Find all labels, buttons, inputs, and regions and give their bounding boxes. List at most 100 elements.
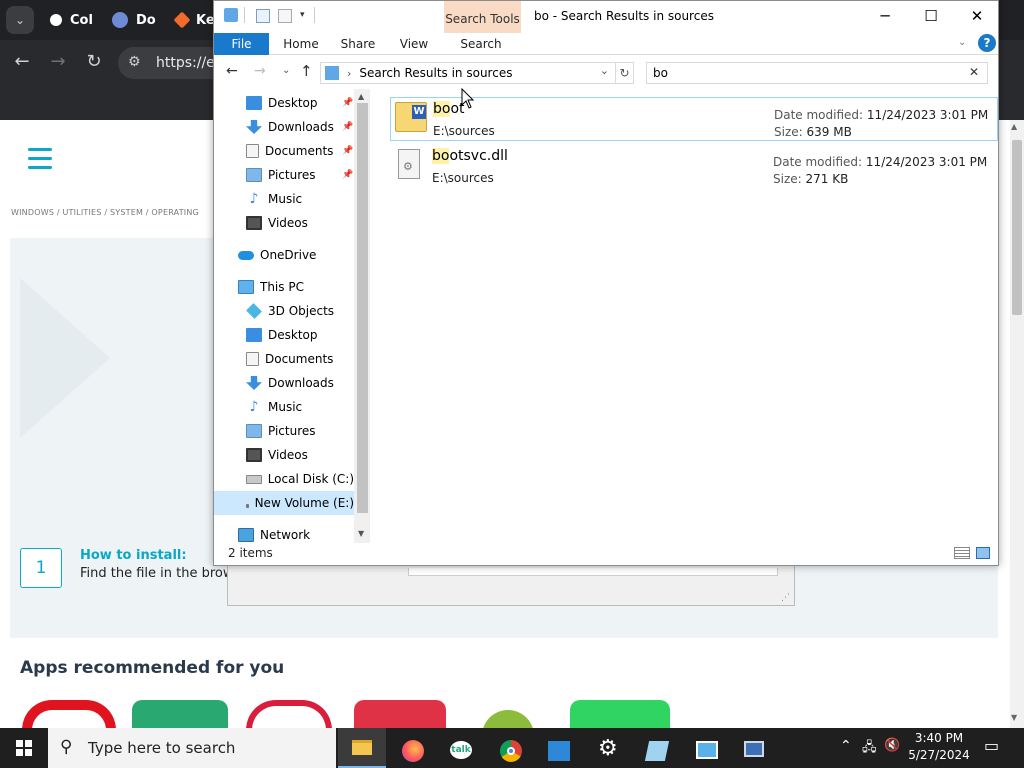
nav-item-new-volume[interactable]: New Volume (E:): [214, 491, 354, 515]
customize-toolbar-icon[interactable]: ▾: [300, 10, 305, 20]
nav-item-documents[interactable]: Documents 📌: [214, 139, 354, 163]
network-tray-icon[interactable]: 🖧: [862, 738, 877, 760]
address-bar[interactable]: ⚙ https://e: [118, 47, 228, 79]
close-button[interactable]: ✕: [954, 1, 1000, 31]
minimize-button[interactable]: ─: [862, 1, 908, 31]
desktop-icon: [246, 96, 262, 110]
forward-arrow-icon[interactable]: →: [44, 48, 72, 76]
result-item-bootsvc[interactable]: ⚙ bootsvc.dll E:\sources Date modified: …: [390, 145, 998, 189]
details-view-icon[interactable]: [954, 547, 970, 559]
browser-tab-2[interactable]: Do: [112, 6, 156, 34]
nav-item-pc-downloads[interactable]: Downloads: [214, 371, 354, 395]
nav-item-pc-documents[interactable]: Documents: [214, 347, 354, 371]
clear-search-icon[interactable]: ✕: [969, 65, 979, 79]
remote-desktop-taskbar-icon[interactable]: [682, 732, 730, 768]
nav-label: New Volume (E:): [254, 496, 354, 510]
reload-icon[interactable]: ↻: [80, 48, 108, 76]
nav-item-pc-videos[interactable]: Videos: [214, 443, 354, 467]
result-item-boot[interactable]: W boot E:\sources Date modified: 11/24/2…: [390, 97, 998, 141]
address-dropdown-icon[interactable]: ⌄: [600, 64, 609, 77]
refresh-icon[interactable]: ↻: [616, 62, 634, 84]
new-folder-icon[interactable]: [278, 9, 292, 23]
whatsapp-app-icon[interactable]: [570, 700, 670, 728]
nav-item-downloads[interactable]: Downloads 📌: [214, 115, 354, 139]
taskbar-search-box[interactable]: ⚲ Type here to search: [48, 728, 336, 768]
nav-item-3d-objects[interactable]: 3D Objects: [214, 299, 354, 323]
videos-icon: [246, 216, 262, 230]
nav-label: 3D Objects: [268, 304, 335, 318]
nav-item-local-disk[interactable]: Local Disk (C:): [214, 467, 354, 491]
nav-item-desktop[interactable]: Desktop 📌: [214, 91, 354, 115]
back-arrow-icon[interactable]: ←: [226, 63, 238, 79]
nav-item-this-pc[interactable]: This PC: [214, 275, 354, 299]
result-path: E:\sources: [433, 124, 495, 138]
opera-app-icon[interactable]: [22, 700, 116, 728]
downloads-icon: [246, 376, 262, 390]
nav-item-videos[interactable]: Videos: [214, 211, 354, 235]
tab-share[interactable]: Share: [336, 33, 380, 55]
notepad-taskbar-icon[interactable]: [632, 732, 680, 768]
nav-item-network[interactable]: Network: [214, 523, 354, 543]
up-arrow-icon[interactable]: ↑: [300, 62, 313, 80]
recent-locations-icon[interactable]: ⌄: [282, 65, 290, 76]
maximize-button[interactable]: ☐: [908, 1, 954, 31]
nav-item-music[interactable]: ♪ Music: [214, 187, 354, 211]
nav-item-pc-desktop[interactable]: Desktop: [214, 323, 354, 347]
talk-app-taskbar-icon[interactable]: talk: [436, 732, 484, 768]
back-arrow-icon[interactable]: ←: [8, 48, 36, 76]
notifications-icon[interactable]: ▭: [984, 736, 999, 755]
chrome-taskbar-icon[interactable]: [486, 732, 534, 768]
app-icon-red-ring[interactable]: [246, 700, 332, 728]
clock-time: 3:40 PM: [914, 731, 964, 745]
menu-icon[interactable]: [28, 148, 52, 172]
site-settings-icon[interactable]: ⚙: [128, 54, 141, 70]
forward-arrow-icon[interactable]: →: [254, 63, 266, 79]
large-icons-view-icon[interactable]: [976, 547, 990, 559]
file-explorer-taskbar-icon[interactable]: [338, 728, 386, 768]
show-hidden-icons-icon[interactable]: ⌃: [840, 738, 852, 754]
nav-item-pictures[interactable]: Pictures 📌: [214, 163, 354, 187]
start-button[interactable]: [0, 728, 48, 768]
address-bar[interactable]: › Search Results in sources ⌄: [320, 62, 616, 84]
nav-scrollbar-thumb[interactable]: [357, 103, 368, 513]
help-icon[interactable]: ?: [978, 34, 996, 52]
firefox-taskbar-icon[interactable]: [388, 732, 436, 768]
nav-label: Videos: [268, 216, 308, 230]
settings-gear-icon[interactable]: ⚙: [584, 732, 632, 768]
nav-label: Downloads: [268, 376, 334, 390]
tab-file[interactable]: File: [214, 33, 269, 55]
search-icon: ⚲: [60, 737, 73, 757]
computer-taskbar-icon[interactable]: [730, 732, 778, 768]
browser-tab-1[interactable]: Col: [50, 6, 93, 34]
scroll-up-icon[interactable]: ▲: [1011, 122, 1017, 131]
url-text: https://e: [156, 55, 215, 71]
app-icon-box[interactable]: [354, 700, 446, 728]
onedrive-icon: [238, 250, 254, 260]
explorer-app-icon[interactable]: [224, 8, 238, 22]
tab-home[interactable]: Home: [276, 33, 326, 55]
nav-item-pc-pictures[interactable]: Pictures: [214, 419, 354, 443]
nav-item-pc-music[interactable]: ♪ Music: [214, 395, 354, 419]
search-input[interactable]: bo ✕: [646, 62, 988, 84]
breadcrumb-chevron-icon: ›: [347, 66, 352, 80]
nav-scroll-up-icon[interactable]: ▲: [358, 92, 364, 101]
properties-icon[interactable]: [256, 9, 270, 23]
app-icon-green[interactable]: [132, 700, 228, 728]
breadcrumb[interactable]: WINDOWS / UTILITIES / SYSTEM / OPERATING: [11, 208, 199, 217]
tab-search[interactable]: Search: [446, 33, 516, 55]
android-app-icon[interactable]: [482, 710, 534, 728]
tab-view[interactable]: View: [394, 33, 434, 55]
local-disk-icon: [246, 474, 262, 484]
browser-tab-3[interactable]: Ke: [173, 6, 215, 34]
clock[interactable]: 3:40 PM 5/27/2024: [904, 730, 974, 764]
nav-label: This PC: [260, 280, 304, 294]
tab-search-button[interactable]: ⌄: [6, 6, 34, 34]
nav-scroll-down-icon[interactable]: ▼: [358, 529, 364, 538]
page-scrollbar-thumb[interactable]: [1012, 140, 1022, 315]
nav-item-onedrive[interactable]: OneDrive: [214, 243, 354, 267]
scroll-down-icon[interactable]: ▼: [1011, 713, 1017, 722]
photos-taskbar-icon[interactable]: [534, 732, 582, 768]
resize-grip-icon[interactable]: ⋰: [781, 593, 790, 603]
expand-ribbon-icon[interactable]: ⌄: [958, 37, 966, 48]
volume-muted-icon[interactable]: 🔇: [884, 738, 900, 753]
